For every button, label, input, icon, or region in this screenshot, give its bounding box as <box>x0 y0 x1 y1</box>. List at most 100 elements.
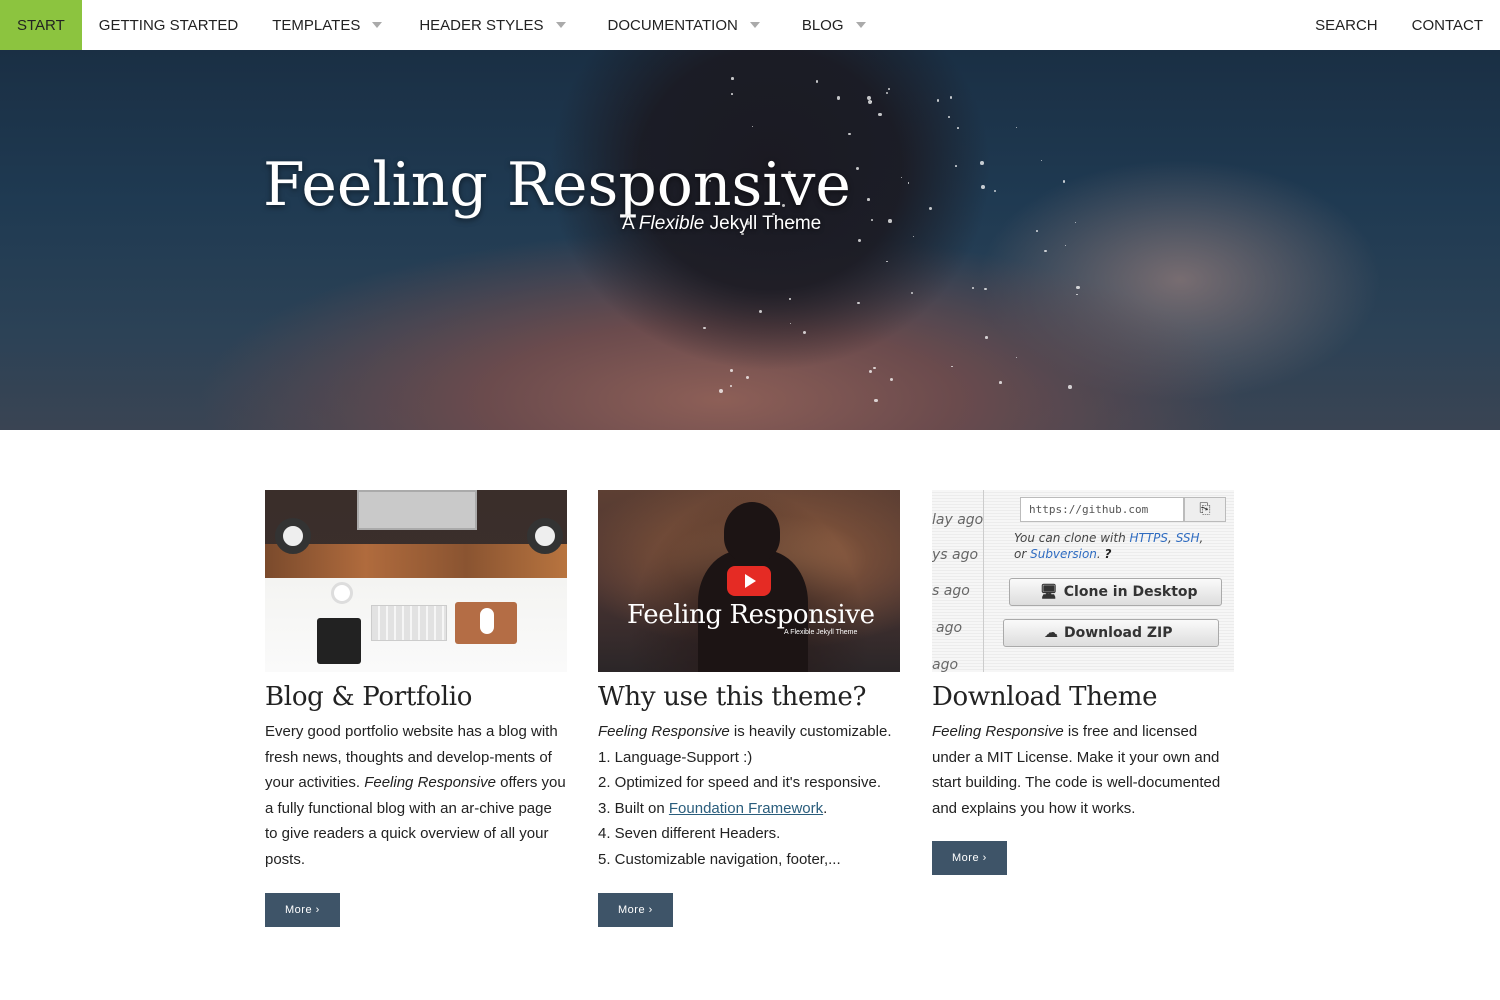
bubble <box>948 116 950 118</box>
more-button[interactable]: More › <box>265 892 340 927</box>
bubble <box>856 301 860 305</box>
card-text: Every good portfolio website has a blog … <box>265 719 568 873</box>
bubble <box>868 370 872 374</box>
nav-blog[interactable]: BLOG <box>777 0 883 50</box>
clone-line: You can clone with <box>1014 531 1130 545</box>
bubble <box>730 384 732 387</box>
nav-search[interactable]: SEARCH <box>1298 0 1395 50</box>
bubble <box>1040 159 1042 161</box>
desk-wood <box>265 544 567 578</box>
bubble <box>957 127 959 129</box>
nav-documentation[interactable]: DOCUMENTATION <box>583 0 777 50</box>
card-why-theme: Feeling Responsive A Flexible Jekyll The… <box>598 490 901 927</box>
nav-right-group: SEARCH CONTACT <box>1298 0 1500 50</box>
bubble <box>789 298 791 300</box>
bubble <box>1076 294 1078 296</box>
card-title: Why use this theme? <box>598 682 867 712</box>
card-intro-em: Feeling Responsive <box>598 723 730 740</box>
list-item: 5. Customizable navigation, footer,... <box>598 850 841 868</box>
ago-label: ago <box>932 657 959 672</box>
nav-documentation-label: DOCUMENTATION <box>607 16 738 34</box>
bubble <box>719 389 723 394</box>
bubble <box>887 87 890 90</box>
chevron-down-icon <box>372 22 383 28</box>
video-title: Feeling Responsive <box>627 600 875 630</box>
nav-getting-started[interactable]: GETTING STARTED <box>82 0 255 50</box>
list-item: 4. Seven different Headers. <box>598 825 781 843</box>
bubble <box>729 368 733 372</box>
bubble <box>731 93 734 95</box>
video-thumbnail[interactable]: Feeling Responsive A Flexible Jekyll The… <box>598 490 900 672</box>
list-item-after: . <box>823 799 828 817</box>
more-button[interactable]: More › <box>932 841 1007 876</box>
card-title: Download Theme <box>932 682 1158 712</box>
hero-subtitle-suffix: Jekyll Theme <box>704 213 822 234</box>
tablet-shape <box>317 618 361 664</box>
clone-text: You can clone with HTTPS, SSH, or Subvers… <box>1014 531 1204 561</box>
speaker-left <box>275 518 311 554</box>
clipboard-icon: ⎘ <box>1184 497 1226 522</box>
card-title: Blog & Portfolio <box>265 682 473 712</box>
hero-subtitle-em: Flexible <box>638 213 705 234</box>
bubble <box>703 327 706 330</box>
bubble <box>937 99 940 102</box>
bubble <box>999 381 1002 384</box>
bubble <box>857 239 862 243</box>
bubble <box>907 182 910 184</box>
monitor-shape <box>357 490 477 530</box>
bubble <box>873 366 877 370</box>
bubble <box>731 77 734 80</box>
bubble <box>985 336 988 339</box>
bubble <box>802 330 807 335</box>
foundation-link[interactable]: Foundation Framework <box>669 800 823 817</box>
nav-contact[interactable]: CONTACT <box>1395 0 1500 50</box>
https-link: HTTPS <box>1129 531 1169 545</box>
chevron-down-icon <box>749 22 760 28</box>
ago-label: ys ago <box>932 547 979 563</box>
bubble <box>867 100 872 105</box>
bubble <box>867 95 872 100</box>
bubble <box>867 198 870 201</box>
bubble <box>984 287 987 291</box>
cloud-download-icon: ☁ <box>1044 625 1058 641</box>
bubble <box>1064 244 1066 246</box>
bubble <box>789 322 792 325</box>
hero-subtitle: A Flexible Jekyll Theme <box>622 213 821 235</box>
bubble <box>751 125 753 127</box>
nav-start-label: START <box>17 16 65 34</box>
bubble <box>836 96 841 100</box>
play-icon[interactable] <box>727 566 771 596</box>
bubble <box>955 165 957 167</box>
cup-shape <box>331 582 353 604</box>
list-item-text: 3. Built on <box>598 799 669 817</box>
bubble <box>1076 285 1080 290</box>
desk-image[interactable] <box>265 490 567 672</box>
bubble <box>856 166 860 171</box>
bubble <box>878 112 882 116</box>
bubble <box>889 378 893 382</box>
nav-contact-label: CONTACT <box>1411 16 1483 34</box>
ago-label: s ago <box>932 583 970 599</box>
mouse-shape <box>480 608 494 634</box>
top-navigation: START GETTING STARTED TEMPLATES HEADER S… <box>0 0 1500 50</box>
bubble <box>1062 180 1066 183</box>
more-button[interactable]: More › <box>598 892 673 927</box>
nav-header-styles[interactable]: HEADER STYLES <box>399 0 582 50</box>
hero-title: Feeling Responsive <box>263 150 851 220</box>
card-text-em: Feeling Responsive <box>932 723 1064 740</box>
or-text: or <box>1014 547 1031 561</box>
github-image[interactable]: lay ago ys ago s ago ago ago https://git… <box>932 490 1234 672</box>
card-text: Feeling Responsive is heavily customizab… <box>598 719 901 873</box>
bubble <box>745 375 749 379</box>
list-item: 2. Optimized for speed and it's responsi… <box>598 774 882 792</box>
nav-start[interactable]: START <box>0 0 82 50</box>
clone-desktop-button: 🖥 Clone in Desktop <box>1009 578 1222 606</box>
ago-label: ago <box>936 620 963 636</box>
card-intro: Feeling Responsive is heavily customizab… <box>598 719 901 745</box>
svn-link: Subversion <box>1030 547 1097 561</box>
speaker-right <box>527 518 563 554</box>
clone-url-field: https://github.com <box>1020 497 1184 522</box>
list-item: 3. Built on Foundation Framework. <box>598 796 901 822</box>
help-icon: ? <box>1104 547 1112 561</box>
nav-templates[interactable]: TEMPLATES <box>255 0 399 50</box>
